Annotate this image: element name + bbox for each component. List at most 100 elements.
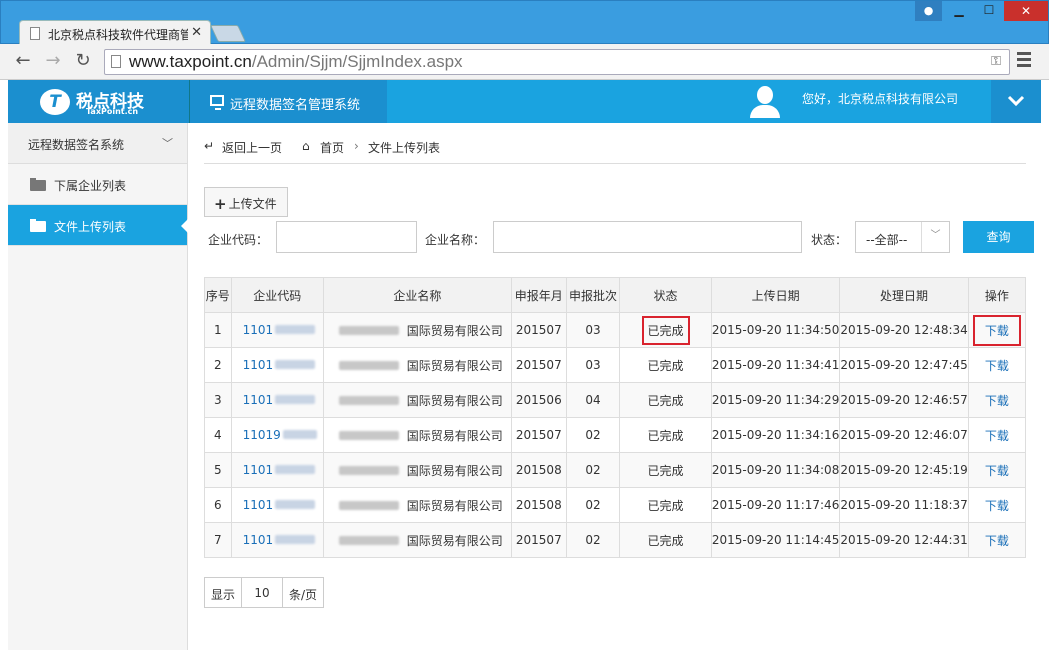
cell-batch: 02	[565, 522, 621, 558]
chevron-down-icon: ﹀	[162, 137, 173, 150]
sidebar-item-sub-companies[interactable]: 下属企业列表	[8, 164, 187, 205]
cell-name: 国际贸易有限公司	[323, 452, 512, 488]
page-icon	[111, 55, 121, 68]
pager-show-label: 显示	[205, 578, 243, 607]
download-link[interactable]: 下载	[972, 314, 1021, 346]
key-icon[interactable]: ⚿	[991, 54, 1001, 69]
reload-icon[interactable]: ↻	[72, 51, 94, 73]
back-link[interactable]: 返回上一页	[222, 139, 282, 156]
logo-mark-icon: T	[40, 89, 70, 115]
logo[interactable]: T 税点科技 TaxPoint.cn	[8, 80, 189, 123]
sidebar: 远程数据签名系统 ﹀ 下属企业列表 文件上传列表	[8, 123, 188, 650]
minimize-button[interactable]: ▁	[945, 1, 973, 21]
cell-upload-date: 2015-09-20 11:34:08	[710, 452, 841, 488]
browser-menu-icon[interactable]	[1017, 52, 1031, 70]
table-row: 1 1101 国际贸易有限公司 201507 03 已完成 2015-09-20…	[204, 312, 1027, 348]
upload-file-button[interactable]: + 上传文件	[204, 187, 288, 217]
status-select[interactable]: --全部-- ﹀	[855, 221, 950, 253]
name-text: 国际贸易有限公司	[406, 463, 503, 478]
cell-process-date: 2015-09-20 12:47:45	[839, 347, 969, 383]
column-header: 企业名称	[323, 277, 512, 313]
cell-status: 已完成	[619, 312, 712, 348]
column-header: 申报批次	[565, 277, 621, 313]
browser-tab[interactable]: 北京税点科技软件代理商管 ✕	[19, 20, 211, 46]
cell-name: 国际贸易有限公司	[323, 417, 512, 453]
header-dropdown-toggle[interactable]	[991, 80, 1041, 123]
download-link[interactable]: 下载	[985, 499, 1009, 513]
back-arrow-icon[interactable]: ←	[12, 51, 34, 73]
cell-status: 已完成	[619, 417, 712, 453]
cell-process-date: 2015-09-20 12:48:34	[839, 312, 969, 348]
download-link[interactable]: 下载	[985, 534, 1009, 548]
column-header: 申报年月	[510, 277, 567, 313]
code-text: 1101	[242, 393, 274, 407]
maximize-button[interactable]: ☐	[975, 1, 1003, 21]
window-titlebar: 北京税点科技软件代理商管 ✕ ● ▁ ☐ ✕	[0, 0, 1049, 46]
cell-code: 1101	[230, 382, 325, 418]
cell-batch: 02	[565, 487, 621, 523]
page-size-input[interactable]: 10	[242, 578, 284, 607]
table-row: 5 1101 国际贸易有限公司 201508 02 已完成 2015-09-20…	[204, 452, 1027, 488]
name-text: 国际贸易有限公司	[406, 533, 503, 548]
cell-operation: 下载	[967, 347, 1027, 383]
user-avatar-icon[interactable]	[750, 86, 780, 118]
status-label: 状态：	[811, 233, 848, 247]
forward-arrow-icon[interactable]: →	[42, 51, 64, 73]
download-link[interactable]: 下载	[985, 394, 1009, 408]
system-name-text: 远程数据签名管理系统	[230, 98, 361, 113]
upload-file-label: 上传文件	[228, 197, 277, 211]
cell-operation: 下载	[967, 452, 1027, 488]
chevron-down-icon: ﹀	[921, 222, 949, 252]
close-window-button[interactable]: ✕	[1004, 1, 1048, 21]
home-icon[interactable]: ⌂	[302, 139, 310, 153]
tab-close-icon[interactable]: ✕	[191, 25, 202, 40]
cell-batch: 03	[565, 312, 621, 348]
cell-index: 1	[204, 312, 232, 348]
table-row: 4 11019 国际贸易有限公司 201507 02 已完成 2015-09-2…	[204, 417, 1027, 453]
cell-name: 国际贸易有限公司	[323, 487, 512, 523]
new-tab-button[interactable]	[210, 25, 246, 42]
query-button[interactable]: 查询	[963, 221, 1034, 253]
download-link[interactable]: 下载	[985, 429, 1009, 443]
cell-month: 201508	[510, 487, 567, 523]
cell-upload-date: 2015-09-20 11:34:41	[710, 347, 841, 383]
cell-operation: 下载	[967, 382, 1027, 418]
cell-status: 已完成	[619, 347, 712, 383]
home-link[interactable]: 首页	[320, 139, 344, 156]
name-text: 国际贸易有限公司	[406, 358, 503, 373]
company-code-label: 企业代码：	[208, 233, 269, 247]
column-header: 操作	[967, 277, 1027, 313]
monitor-icon	[210, 95, 224, 110]
company-name-input[interactable]	[493, 221, 802, 253]
table-row: 7 1101 国际贸易有限公司 201507 02 已完成 2015-09-20…	[204, 522, 1027, 558]
code-text: 11019	[242, 428, 281, 442]
cell-month: 201506	[510, 382, 567, 418]
breadcrumb-current: 文件上传列表	[368, 141, 441, 155]
cell-status: 已完成	[619, 487, 712, 523]
cell-process-date: 2015-09-20 12:44:31	[839, 522, 969, 558]
download-link[interactable]: 下载	[985, 359, 1009, 373]
folder-icon	[30, 219, 46, 232]
url-text: www.taxpoint.cn/Admin/Sjjm/SjjmIndex.asp…	[129, 52, 463, 71]
profile-icon[interactable]: ●	[915, 1, 942, 21]
back-link-icon[interactable]: ↵	[204, 139, 214, 153]
cell-status: 已完成	[619, 382, 712, 418]
code-text: 1101	[242, 533, 274, 547]
code-text: 1101	[242, 498, 274, 512]
address-bar[interactable]: www.taxpoint.cn/Admin/Sjjm/SjjmIndex.asp…	[104, 49, 1010, 75]
sidebar-item-label: 下属企业列表	[54, 179, 127, 193]
upload-table: 序号 企业代码 企业名称 申报年月 申报批次 状态 上传日期 处理日期 操作 1…	[204, 277, 1027, 558]
download-link[interactable]: 下载	[985, 464, 1009, 478]
cell-month: 201507	[510, 522, 567, 558]
sidebar-section-label: 远程数据签名系统	[28, 138, 125, 152]
company-code-input[interactable]	[276, 221, 417, 253]
cell-process-date: 2015-09-20 12:46:07	[839, 417, 969, 453]
sidebar-section[interactable]: 远程数据签名系统 ﹀	[8, 123, 187, 164]
sidebar-item-file-uploads[interactable]: 文件上传列表	[8, 205, 188, 246]
cell-operation: 下载	[967, 417, 1027, 453]
pager-unit-label: 条/页	[289, 588, 318, 602]
browser-toolbar: ← → ↻ www.taxpoint.cn/Admin/Sjjm/SjjmInd…	[0, 44, 1049, 80]
cell-upload-date: 2015-09-20 11:34:16	[710, 417, 841, 453]
cell-upload-date: 2015-09-20 11:14:45	[710, 522, 841, 558]
cell-upload-date: 2015-09-20 11:34:50	[710, 312, 841, 348]
